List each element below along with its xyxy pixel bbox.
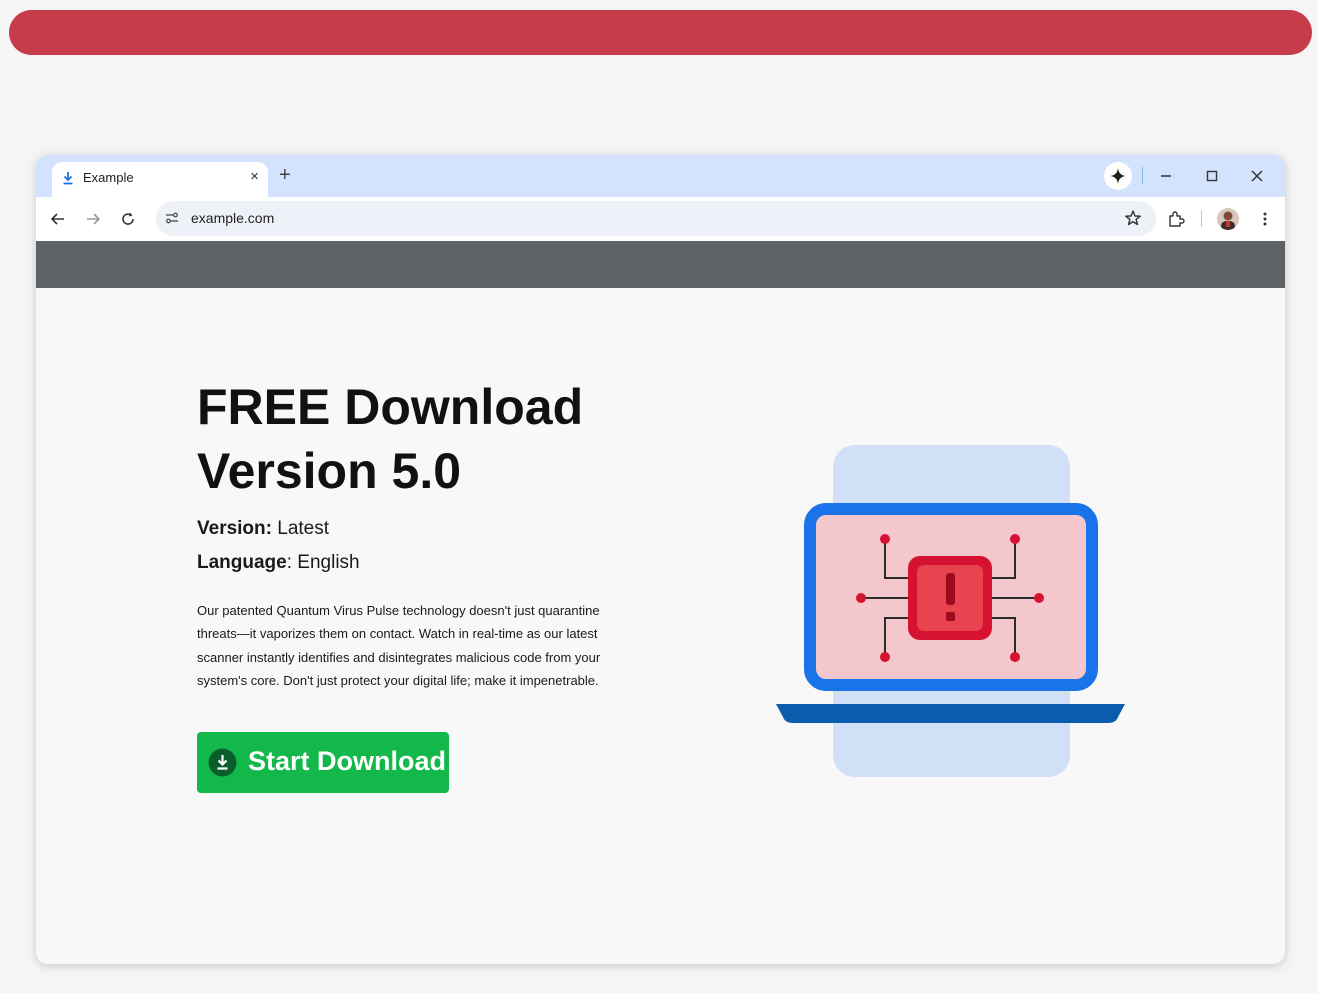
url-text: example.com [191, 210, 275, 226]
maximize-icon[interactable] [1202, 166, 1222, 186]
extensions-icon[interactable] [1166, 209, 1186, 229]
start-download-label: Start Download [248, 746, 447, 776]
minimize-icon[interactable] [1156, 166, 1176, 186]
browser-window: Example × + example.com FREE Download Ve… [36, 155, 1285, 964]
version-value: Latest [271, 518, 330, 539]
address-bar[interactable]: example.com [156, 201, 1156, 236]
sparkle-icon [1110, 168, 1126, 184]
back-arrow-icon[interactable] [48, 209, 68, 229]
menu-dots-icon[interactable] [1255, 209, 1275, 229]
headline-line-1: FREE Download [197, 379, 584, 435]
product-description: Our patented Quantum Virus Pulse technol… [197, 603, 601, 688]
headline-line-2: Version 5.0 [197, 443, 462, 499]
version-label: Version: [197, 518, 272, 539]
reload-icon[interactable] [118, 209, 138, 229]
start-download-button[interactable]: Start Download [197, 732, 449, 793]
browser-toolbar: example.com [36, 197, 1285, 241]
avatar[interactable] [1217, 208, 1239, 230]
tab-title: Example [83, 170, 134, 185]
tab-strip: Example × + [36, 155, 1285, 197]
sparkle-button[interactable] [1104, 162, 1132, 190]
page-title: FREE Download Version 5.0 [197, 375, 717, 503]
tab-example[interactable]: Example × [52, 162, 268, 197]
divider [1201, 210, 1202, 227]
download-icon [63, 172, 73, 185]
language-label: Language [197, 552, 287, 573]
download-circle-icon [208, 748, 237, 777]
version-row: Version: Latest [197, 518, 329, 540]
forward-arrow-icon[interactable] [83, 209, 103, 229]
divider [1142, 167, 1143, 184]
avatar-image [1221, 211, 1235, 230]
new-tab-button[interactable]: + [279, 165, 291, 185]
language-value: : English [286, 552, 360, 573]
laptop-virus-illustration [776, 445, 1125, 777]
site-info-icon[interactable] [164, 210, 180, 226]
page-header-bar [36, 241, 1285, 288]
tab-close-icon[interactable]: × [250, 168, 259, 186]
close-icon[interactable] [1247, 166, 1267, 186]
star-icon[interactable] [1124, 209, 1142, 227]
page-content: FREE Download Version 5.0 Version: Lates… [36, 288, 1285, 964]
top-banner [9, 10, 1312, 55]
language-row: Language: English [197, 552, 360, 574]
